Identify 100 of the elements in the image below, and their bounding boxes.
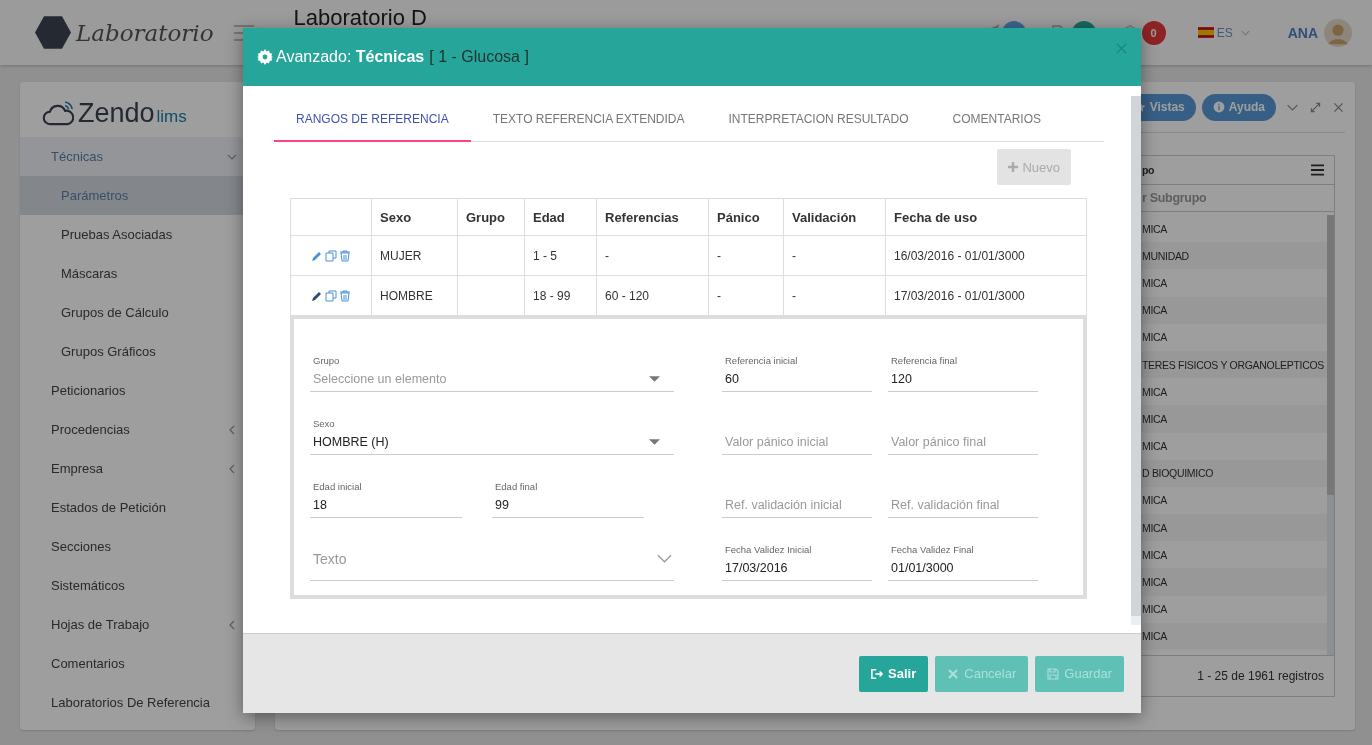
table-cell: 17/03/2016 - 01/01/3000 (894, 288, 1025, 303)
input-field[interactable]: Valor pánico inicial (722, 429, 872, 455)
tab[interactable]: COMENTARIOS (930, 98, 1063, 142)
table-cell: 16/03/2016 - 01/01/3000 (894, 248, 1025, 263)
caret-icon (649, 375, 660, 382)
field-label: Fecha Validez Inicial (724, 544, 813, 555)
tab[interactable]: TEXTO REFERENCIA EXTENDIDA (470, 98, 707, 142)
table-cell: - (717, 248, 721, 263)
floppy-icon (1047, 667, 1060, 680)
input-field[interactable]: 60 (722, 366, 872, 392)
grid-cell: MICA (1142, 412, 1168, 425)
sidebar-item[interactable]: Hojas de Trabajo (20, 605, 255, 644)
input-field[interactable]: 18 (310, 492, 462, 518)
grid-cell: TERES FISICOS Y ORGANOLEPTICOS (1142, 358, 1324, 371)
grid-cell: MICA (1142, 276, 1168, 289)
grid-cell: MICA (1142, 548, 1168, 561)
app-name: Laboratorio (76, 19, 214, 46)
table-cell: - (792, 288, 796, 303)
grid-cell: MICA (1142, 304, 1168, 317)
field-label: Referencia inicial (724, 355, 799, 366)
cloud-wifi-icon (42, 100, 74, 127)
sidebar-item[interactable]: Empresa (20, 449, 255, 488)
table-cell: - (792, 248, 796, 263)
grid-cell: MICA (1142, 331, 1168, 344)
close-icon[interactable] (1116, 43, 1127, 54)
field-label: Referencia final (890, 355, 958, 366)
field-label: Edad final (494, 481, 539, 492)
menu-icon[interactable] (1311, 164, 1324, 176)
info-icon (1212, 101, 1225, 113)
plus-icon (1008, 162, 1019, 172)
input-field[interactable]: 120 (888, 366, 1038, 392)
grid-cell: D BIOQUIMICO (1142, 467, 1214, 480)
column-header: Validación (783, 198, 886, 236)
exit-icon (871, 667, 884, 680)
table-cell: 18 - 99 (533, 288, 571, 303)
copy-icon[interactable] (325, 249, 337, 262)
expand-icon[interactable] (1309, 100, 1322, 114)
input-field[interactable]: 99 (492, 492, 644, 518)
field-label: Fecha Validez Final (890, 544, 975, 555)
grid-cell: MICA (1142, 440, 1168, 453)
dialog-title: Avanzado: Técnicas (276, 48, 425, 66)
trash-icon[interactable] (339, 289, 351, 302)
dropdown-field[interactable]: Seleccione un elemento (310, 366, 674, 392)
grid-cell: MUNIDAD (1142, 249, 1189, 262)
dialog-subtitle: [ 1 - Glucosa ] (429, 48, 529, 66)
grid-cell: MICA (1142, 222, 1168, 235)
edit-icon[interactable] (311, 289, 323, 302)
trash-icon[interactable] (339, 249, 351, 262)
chevron-left-icon (227, 619, 237, 630)
close-icon[interactable] (1332, 100, 1345, 114)
chevron-down-icon[interactable] (1240, 29, 1250, 36)
cross-icon (947, 667, 960, 680)
column-header: Grupo (457, 198, 525, 236)
mail-count-badge[interactable]: 0 (1141, 20, 1166, 45)
field-label: Grupo (312, 355, 341, 366)
table-cell: 1 - 5 (533, 248, 557, 263)
avatar-icon[interactable] (1324, 18, 1352, 47)
grid-cell: MICA (1142, 576, 1168, 589)
grid-cell: MICA (1142, 385, 1168, 398)
brand-suffix: lims (156, 107, 187, 127)
brand-name: Zendo (78, 100, 155, 127)
scrollbar-thumb[interactable] (1327, 215, 1334, 495)
caret-icon (649, 438, 660, 445)
table-cell: - (605, 248, 609, 263)
settings-icon (257, 49, 273, 65)
field-label: Sexo (312, 418, 336, 429)
column-header: Sexo (371, 198, 458, 236)
pager-info: 1 - 25 de 1961 registros (1197, 669, 1324, 683)
grid-cell: MICA (1142, 603, 1168, 616)
input-field[interactable]: Ref. validación inicial (722, 492, 872, 518)
footer-button[interactable]: Salir (859, 655, 929, 692)
tab[interactable]: RANGOS DE REFERENCIA (274, 98, 471, 142)
input-field[interactable]: Ref. validación final (888, 492, 1038, 518)
chevron-left-icon (227, 424, 237, 435)
user-name[interactable]: ANA (1287, 24, 1318, 41)
input-field[interactable]: 01/01/3000 (888, 555, 1038, 581)
hexagon-logo-icon (35, 16, 71, 49)
dropdown-field[interactable]: Texto (310, 537, 674, 581)
table-cell: HOMBRE (380, 288, 433, 303)
sidebar-item[interactable]: Procedencias (20, 410, 255, 449)
scrollbar-track[interactable] (1327, 215, 1334, 655)
chevron-down-icon (657, 554, 672, 563)
spain-flag-icon[interactable] (1197, 27, 1214, 38)
input-field[interactable]: Valor pánico final (888, 429, 1038, 455)
column-header[interactable]: po (1142, 164, 1155, 176)
tab[interactable]: INTERPRETACION RESULTADO (706, 98, 931, 142)
page-title: Laboratorio D (293, 5, 427, 31)
grid-cell: MICA (1142, 521, 1168, 534)
grid-cell: MICA (1142, 630, 1168, 643)
column-header: Fecha de uso (885, 198, 1087, 236)
column-header: Referencias (596, 198, 709, 236)
table-cell: 60 - 120 (605, 288, 650, 303)
dropdown-field[interactable]: HOMBRE (H) (310, 429, 674, 455)
table-cell: - (717, 288, 721, 303)
input-field[interactable]: 17/03/2016 (722, 555, 872, 581)
chevron-left-icon (227, 463, 237, 474)
column-header: Pánico (708, 198, 784, 236)
column-header: Edad (524, 198, 597, 236)
grid-cell: MICA (1142, 494, 1168, 507)
field-label: Edad inicial (312, 481, 363, 492)
